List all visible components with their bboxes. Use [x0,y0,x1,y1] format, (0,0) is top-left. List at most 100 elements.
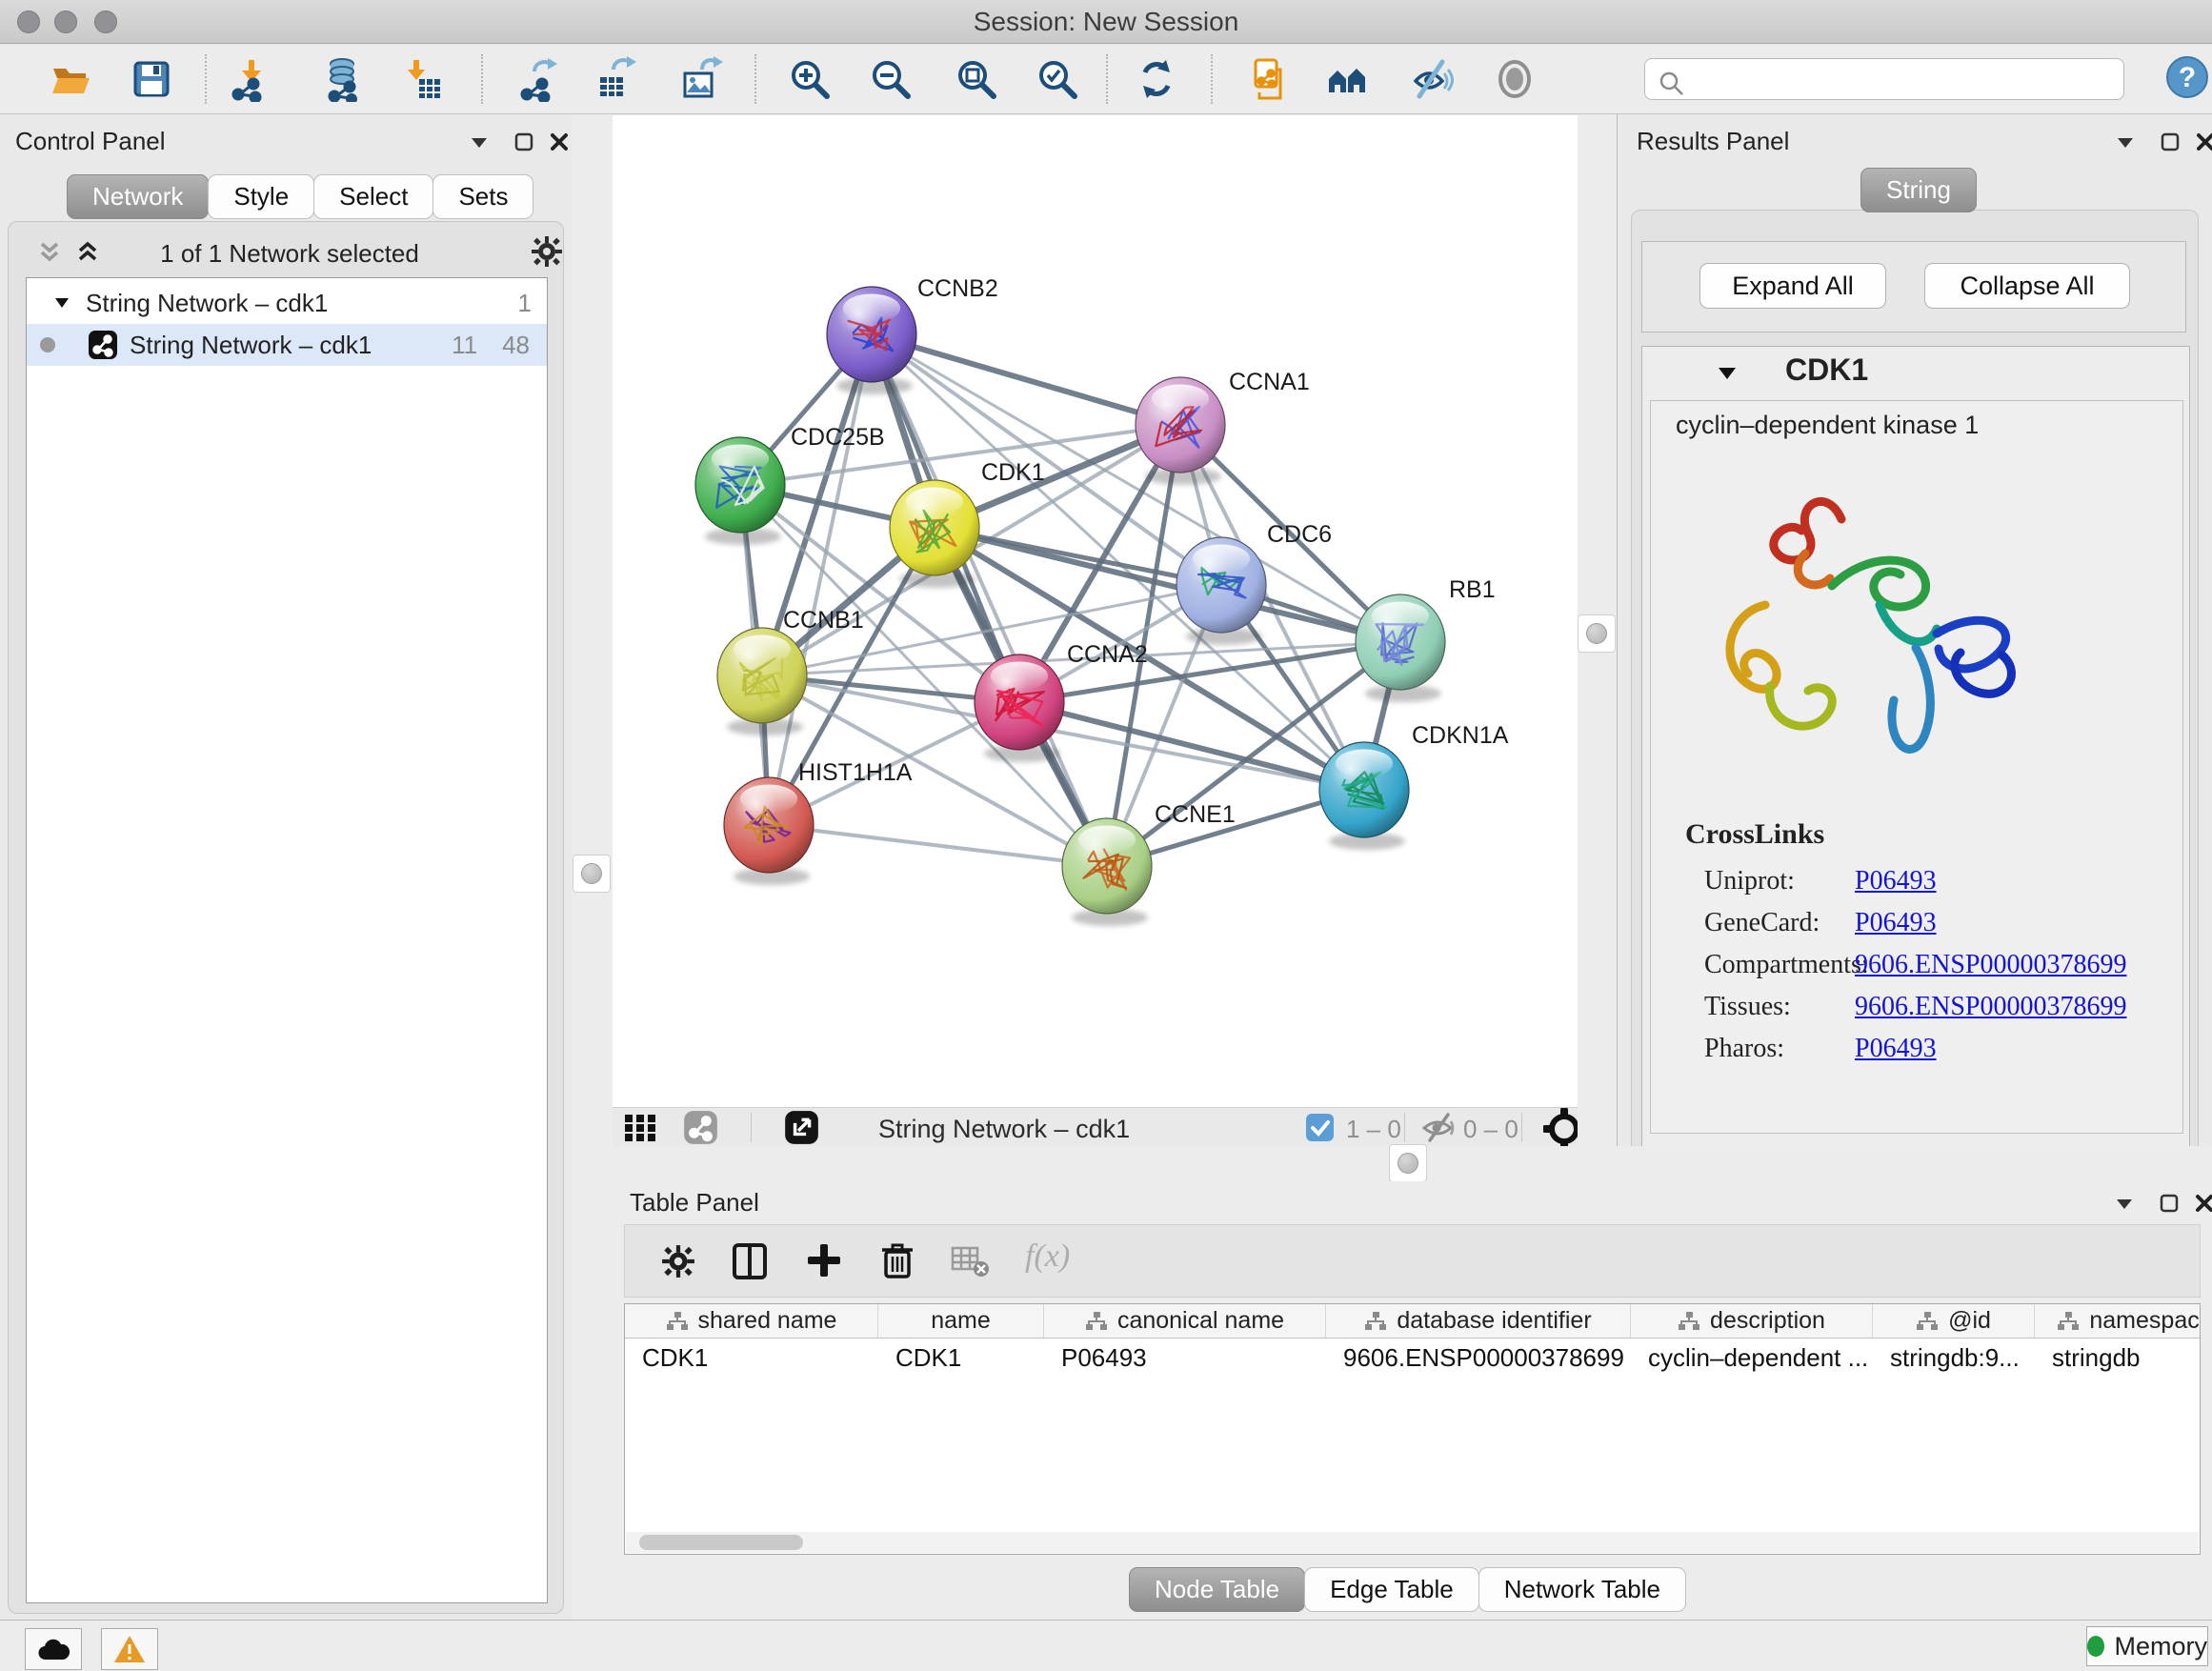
clone-network-icon[interactable] [1242,56,1288,102]
tab-node-table[interactable]: Node Table [1129,1567,1305,1612]
hidden-eye-icon[interactable] [1420,1113,1457,1147]
crosslink-link[interactable]: 9606.ENSP00000378699 [1855,992,2126,1022]
network-canvas[interactable]: CCNB2CCNA1CDC25BCDK1CDC6RB1CCNB1CCNA2CDK… [613,115,1578,1107]
network-status-dot-icon [40,337,55,352]
control-panel-maximize-icon[interactable] [510,128,538,156]
cell-description[interactable]: cyclin–dependent ... [1631,1339,1873,1377]
zoom-selected-icon[interactable] [1035,56,1080,102]
crosslink-link[interactable]: P06493 [1855,1034,1937,1064]
zoom-window-icon[interactable] [94,10,117,33]
cell-name[interactable]: CDK1 [878,1339,1044,1377]
delete-column-trash-icon[interactable] [878,1240,916,1285]
bottom-splitter-handle[interactable] [1389,1144,1427,1182]
table-panel-maximize-icon[interactable] [2155,1189,2183,1218]
expand-all-networks-icon[interactable] [35,237,64,271]
refresh-icon[interactable] [1134,56,1179,102]
right-splitter[interactable] [1578,114,1617,1146]
crosslink-link[interactable]: P06493 [1855,866,1937,896]
left-splitter[interactable] [572,114,613,1620]
bottom-splitter[interactable] [613,1146,2212,1181]
collapse-all-button[interactable]: Collapse All [1924,263,2130,309]
tab-sets[interactable]: Sets [432,174,533,219]
tab-edge-table[interactable]: Edge Table [1304,1567,1479,1612]
results-panel-close-icon[interactable] [2191,128,2212,156]
left-splitter-handle[interactable] [573,855,611,893]
selected-nodes-checkbox-icon[interactable] [1305,1113,1335,1147]
toolbar-separator [1521,1113,1522,1142]
tab-network[interactable]: Network [67,174,209,219]
collapse-all-networks-icon[interactable] [73,237,102,271]
open-in-browser-icon[interactable] [784,1110,819,1150]
network-row-selected[interactable]: String Network – cdk1 11 48 [27,324,547,366]
show-columns-icon[interactable] [732,1242,768,1285]
string-network-graph[interactable]: CCNB2CCNA1CDC25BCDK1CDC6RB1CCNB1CCNA2CDK… [613,115,1578,1107]
network-collection-row[interactable]: String Network – cdk1 1 [27,282,547,324]
column-type-icon [1085,1311,1108,1332]
column-header[interactable]: canonical name [1044,1304,1326,1338]
table-panel-close-icon[interactable] [2190,1189,2212,1218]
help-icon[interactable]: ? [2164,54,2210,100]
results-panel-maximize-icon[interactable] [2156,128,2184,156]
open-session-icon[interactable] [48,56,93,102]
cell-namespace[interactable]: stringdb [2035,1339,2201,1377]
import-table-file-icon[interactable] [398,56,444,102]
delete-table-icon[interactable] [951,1244,991,1283]
column-header[interactable]: namespace [2035,1304,2201,1338]
table-settings-gear-icon[interactable] [661,1244,695,1283]
cell-canonical-name[interactable]: P06493 [1044,1339,1326,1377]
control-panel-float-icon[interactable] [465,128,493,156]
column-header[interactable]: name [878,1304,1044,1338]
memory-label: Memory [2114,1632,2207,1661]
string-home-icon[interactable] [1325,56,1371,102]
cell-shared-name[interactable]: CDK1 [625,1339,878,1377]
column-header[interactable]: @id [1873,1304,2035,1338]
tab-select[interactable]: Select [313,174,433,219]
results-panel-float-icon[interactable] [2111,128,2140,156]
table-panel-float-icon[interactable] [2110,1189,2139,1218]
export-image-icon[interactable] [679,56,725,102]
crosslink-link[interactable]: 9606.ENSP00000378699 [1855,950,2126,980]
network-options-gear-icon[interactable] [531,235,563,272]
birds-eye-grid-icon[interactable] [624,1114,656,1147]
export-table-icon[interactable] [594,56,640,102]
tab-style[interactable]: Style [208,174,314,219]
collection-expander-icon[interactable] [53,294,70,312]
table-row[interactable]: CDK1 CDK1 P06493 9606.ENSP00000378699 cy… [625,1339,2200,1377]
scrollbar-thumb[interactable] [639,1535,803,1550]
zoom-in-icon[interactable] [787,56,833,102]
right-splitter-handle[interactable] [1578,614,1616,653]
function-builder-icon[interactable]: f(x) [1025,1238,1070,1275]
expand-all-button[interactable]: Expand All [1699,263,1886,309]
warnings-button[interactable] [101,1628,158,1670]
table-horizontal-scrollbar[interactable] [626,1532,2199,1553]
string-style-icon[interactable] [683,1110,718,1150]
minimize-window-icon[interactable] [54,10,77,33]
toolbar-search-input[interactable] [1644,58,2124,100]
create-column-plus-icon[interactable] [806,1242,842,1283]
column-type-icon [666,1311,689,1332]
crosslinks-title: CrossLinks [1685,818,1824,851]
node-label-CCNB2: CCNB2 [917,275,998,302]
cell-id[interactable]: stringdb:9... [1873,1339,2035,1377]
tab-string-results[interactable]: String [1860,168,1977,212]
cloud-status-button[interactable] [25,1628,82,1670]
crosslink-link[interactable]: P06493 [1855,908,1937,938]
column-header[interactable]: description [1631,1304,1873,1338]
save-session-icon[interactable] [129,56,174,102]
control-panel-close-icon[interactable] [545,128,573,156]
zoom-fit-icon[interactable] [954,56,999,102]
hide-glass-icon[interactable] [1408,56,1454,102]
cell-database-identifier[interactable]: 9606.ENSP00000378699 [1326,1339,1631,1377]
column-header[interactable]: shared name [625,1304,878,1338]
tab-network-table[interactable]: Network Table [1478,1567,1686,1612]
crosslink-row: Tissues: 9606.ENSP00000378699 [1704,986,2171,1028]
eye-sphere-icon[interactable] [1492,56,1538,102]
gene-card-collapse-icon[interactable] [1717,364,1738,383]
import-network-file-icon[interactable] [229,56,274,102]
export-network-icon[interactable] [517,56,563,102]
zoom-out-icon[interactable] [868,56,914,102]
column-header[interactable]: database identifier [1326,1304,1631,1338]
import-network-database-icon[interactable] [321,56,367,102]
memory-button[interactable]: Memory [2086,1626,2208,1666]
close-window-icon[interactable] [17,10,40,33]
